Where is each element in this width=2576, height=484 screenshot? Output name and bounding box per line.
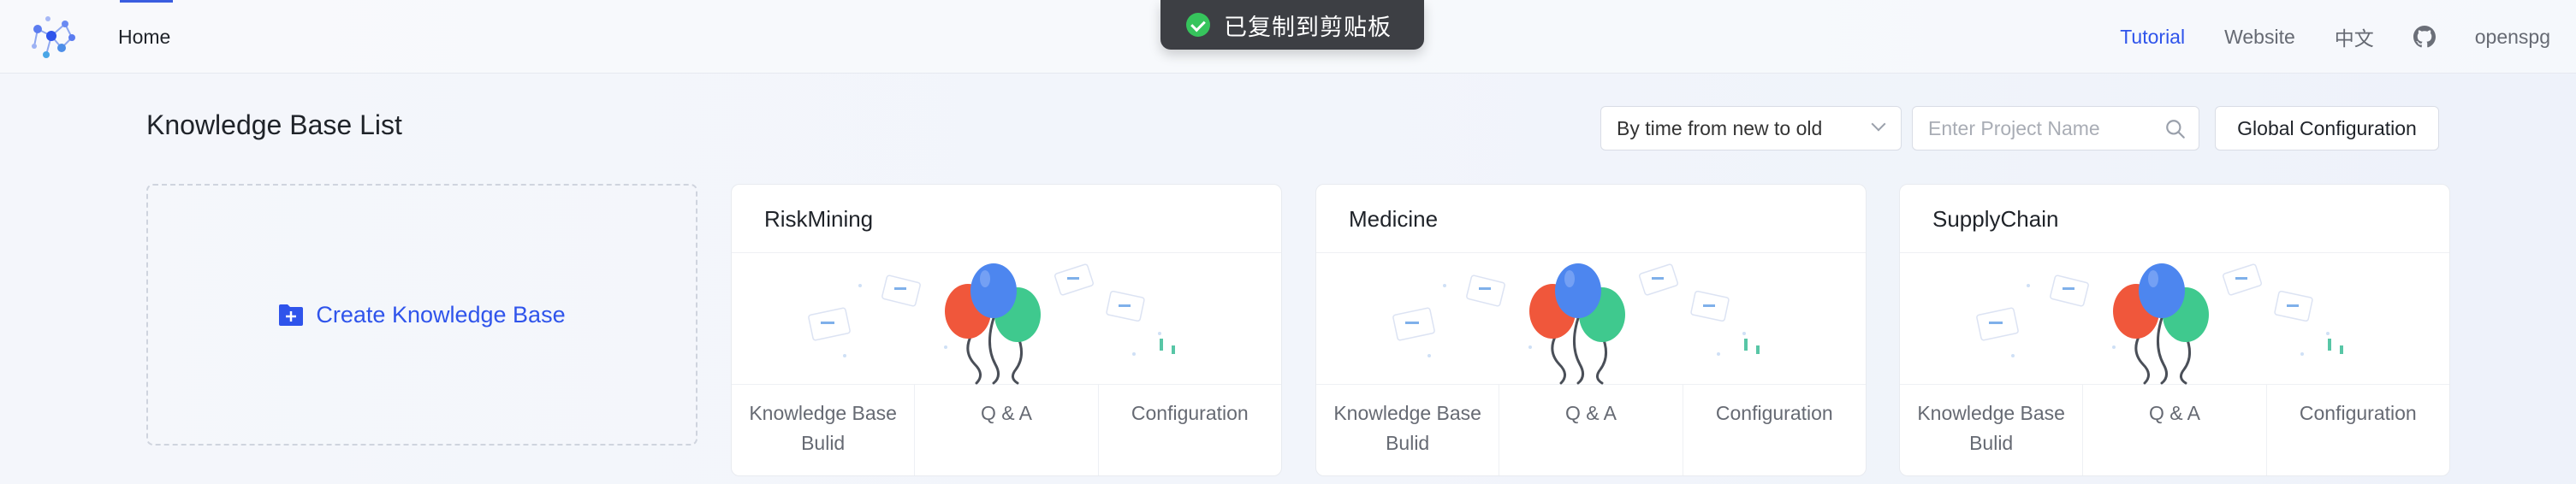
page-title: Knowledge Base List	[146, 109, 402, 140]
folder-plus-icon	[279, 304, 304, 326]
copy-toast: 已复制到剪贴板	[1160, 0, 1424, 50]
configuration-action[interactable]: Configuration	[2267, 385, 2449, 475]
balloons-illustration	[1900, 253, 2449, 385]
configuration-action[interactable]: Configuration	[1099, 385, 1281, 475]
qa-action[interactable]: Q & A	[1499, 385, 1683, 475]
nav-tutorial[interactable]: Tutorial	[2120, 26, 2185, 49]
logo-icon[interactable]	[26, 12, 79, 62]
nav-user[interactable]: openspg	[2475, 26, 2550, 49]
github-icon[interactable]	[2413, 26, 2436, 48]
search-icon[interactable]	[2164, 118, 2187, 140]
configuration-action[interactable]: Configuration	[1683, 385, 1866, 475]
sort-select-value: By time from new to old	[1617, 117, 1823, 139]
kb-card-title: SupplyChain	[1900, 185, 2449, 253]
nav-website[interactable]: Website	[2224, 26, 2295, 49]
create-knowledge-base-label: Create Knowledge Base	[316, 301, 566, 328]
balloons-illustration	[1316, 253, 1866, 385]
kb-card-riskmining[interactable]: RiskMining Knowledge Base Bulid Q & A Co…	[731, 184, 1282, 476]
toast-message: 已复制到剪贴板	[1224, 14, 1392, 41]
kb-card-title: RiskMining	[732, 185, 1281, 253]
kb-card-title: Medicine	[1316, 185, 1866, 253]
knowledge-base-build-action[interactable]: Knowledge Base Bulid	[1900, 385, 2084, 475]
nav-language[interactable]: 中文	[2335, 22, 2374, 51]
check-circle-icon	[1186, 13, 1210, 37]
sort-select[interactable]: By time from new to old	[1600, 106, 1902, 151]
nav-home[interactable]: Home	[118, 0, 170, 74]
project-search[interactable]	[1912, 106, 2199, 151]
qa-action[interactable]: Q & A	[915, 385, 1099, 475]
create-knowledge-base-card[interactable]: Create Knowledge Base	[146, 184, 697, 446]
balloons-illustration	[732, 253, 1281, 385]
knowledge-base-build-action[interactable]: Knowledge Base Bulid	[732, 385, 916, 475]
global-configuration-button[interactable]: Global Configuration	[2215, 106, 2439, 151]
chevron-down-icon	[1871, 116, 1886, 132]
kb-card-medicine[interactable]: Medicine Knowledge Base Bulid Q & A Conf…	[1315, 184, 1867, 476]
kb-card-supplychain[interactable]: SupplyChain Knowledge Base Bulid Q & A C…	[1899, 184, 2450, 476]
search-input[interactable]	[1928, 107, 2159, 150]
knowledge-base-build-action[interactable]: Knowledge Base Bulid	[1316, 385, 1500, 475]
qa-action[interactable]: Q & A	[2083, 385, 2267, 475]
